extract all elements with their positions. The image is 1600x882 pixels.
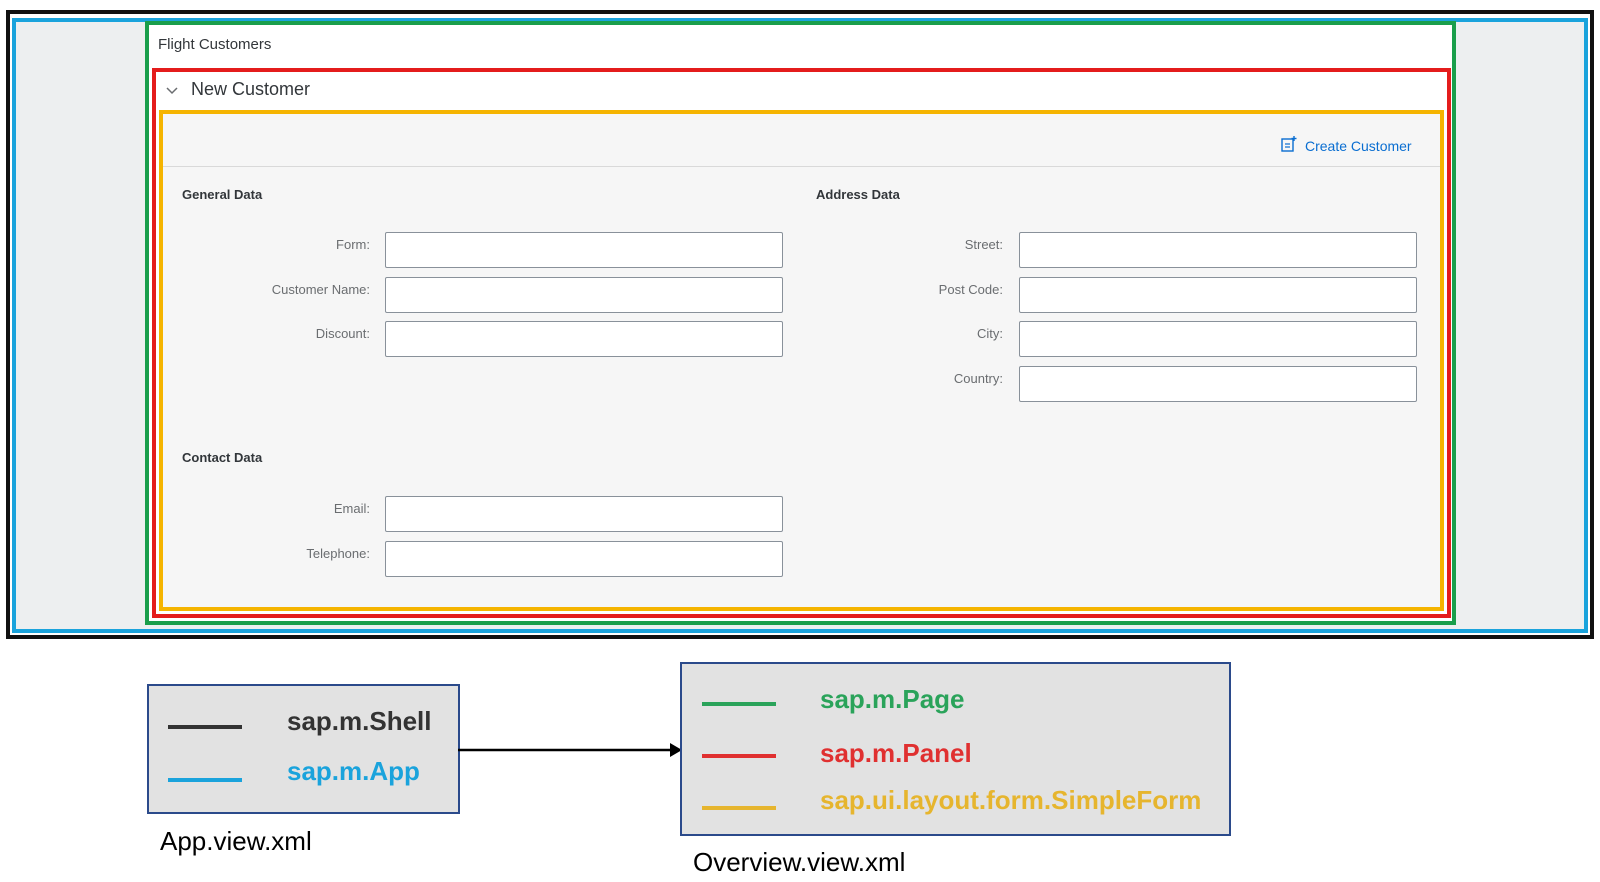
legend-label-panel: sap.m.Panel	[820, 738, 972, 768]
customer-name-input[interactable]	[385, 277, 783, 313]
create-customer-button[interactable]: Create Customer	[1280, 134, 1412, 158]
simpleform-frame	[159, 110, 1444, 611]
legend-line-shell	[168, 725, 242, 729]
country-label: Country:	[953, 371, 1003, 386]
form-input[interactable]	[385, 232, 783, 268]
email-label: Email:	[333, 501, 370, 516]
create-document-icon	[1280, 135, 1298, 158]
post-code-label: Post Code:	[938, 282, 1003, 297]
overview-view-caption: Overview.view.xml	[693, 847, 906, 877]
legend-line-app	[168, 778, 242, 782]
legend-label-shell: sap.m.Shell	[287, 706, 432, 736]
create-customer-label: Create Customer	[1305, 138, 1412, 154]
app-view-legend	[147, 684, 460, 814]
discount-label: Discount:	[315, 326, 370, 341]
page-title: Flight Customers	[158, 36, 272, 53]
telephone-label: Telephone:	[306, 546, 370, 561]
address-data-title: Address Data	[816, 187, 900, 202]
toolbar-separator	[163, 166, 1440, 167]
legend-line-page	[702, 702, 776, 706]
legend-label-app: sap.m.App	[287, 756, 420, 786]
email-input[interactable]	[385, 496, 783, 532]
contact-data-title: Contact Data	[182, 450, 263, 465]
app-view-caption: App.view.xml	[160, 826, 312, 856]
form-label: Form:	[336, 237, 370, 252]
legend-label-simpleform: sap.ui.layout.form.SimpleForm	[820, 785, 1202, 815]
arrow-connector	[458, 743, 682, 757]
country-input[interactable]	[1019, 366, 1417, 402]
general-data-title: General Data	[182, 187, 263, 202]
post-code-input[interactable]	[1019, 277, 1417, 313]
city-input[interactable]	[1019, 321, 1417, 357]
customer-name-label: Customer Name:	[271, 282, 370, 297]
discount-input[interactable]	[385, 321, 783, 357]
legend-line-simpleform	[702, 806, 776, 810]
city-label: City:	[977, 326, 1003, 341]
street-input[interactable]	[1019, 232, 1417, 268]
chevron-down-icon[interactable]	[164, 82, 180, 98]
legend-line-panel	[702, 754, 776, 758]
legend-label-page: sap.m.Page	[820, 684, 965, 714]
telephone-input[interactable]	[385, 541, 783, 577]
panel-title[interactable]: New Customer	[191, 79, 310, 100]
street-label: Street:	[964, 237, 1003, 252]
